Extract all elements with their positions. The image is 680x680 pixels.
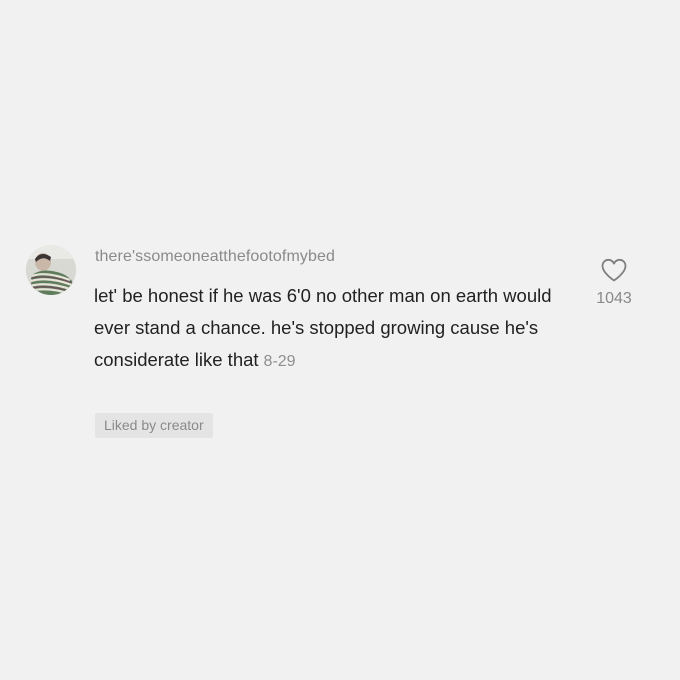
avatar[interactable] bbox=[26, 245, 76, 295]
comment-timestamp: 8-29 bbox=[263, 353, 296, 370]
comment-username[interactable]: there'ssomeoneatthefootofmybed bbox=[95, 248, 335, 266]
comment-item: there'ssomeoneatthefootofmybed let' be h… bbox=[0, 0, 680, 680]
liked-by-creator-badge: Liked by creator bbox=[95, 413, 213, 438]
comment-text: let' be honest if he was 6'0 no other ma… bbox=[94, 285, 552, 370]
avatar-photo bbox=[26, 245, 76, 295]
comment-body: let' be honest if he was 6'0 no other ma… bbox=[94, 280, 564, 378]
heart-outline-icon bbox=[601, 258, 627, 282]
like-button[interactable] bbox=[598, 256, 630, 284]
like-count: 1043 bbox=[596, 290, 632, 307]
